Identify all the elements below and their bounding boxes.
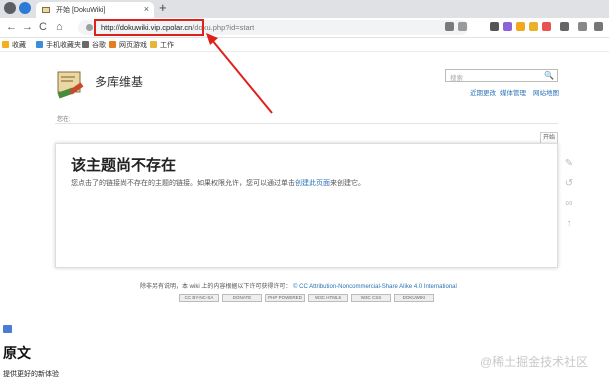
bookmark-label: 谷歌 (92, 42, 106, 49)
message-text: 来创建它。 (330, 180, 365, 187)
cc-icon: © (293, 284, 298, 290)
translate-icon[interactable] (445, 22, 454, 31)
bookmark-item[interactable]: 网页游戏 (109, 40, 147, 50)
back-to-top-icon[interactable]: ↑ (563, 218, 575, 230)
search-input[interactable]: 搜索 🔍 (445, 69, 558, 82)
bookmark-label: 手机收藏夹 (46, 42, 81, 49)
globe-icon (82, 41, 89, 48)
site-title[interactable]: 多库维基 (95, 73, 143, 90)
badge-html5[interactable]: W3C HTML5 (308, 294, 348, 302)
bookmark-item[interactable]: 手机收藏夹 (36, 40, 81, 50)
cut-icon[interactable] (490, 22, 499, 31)
new-tab-button[interactable]: + (159, 1, 167, 15)
folder-icon (150, 41, 157, 48)
page-tab[interactable]: 开始 (540, 132, 558, 143)
reload-button[interactable]: C (39, 21, 47, 34)
extension-orange-icon[interactable] (529, 22, 538, 31)
sitemap-link[interactable]: 网站地图 (533, 87, 559, 97)
tab-title: 开始 [DokuWiki] (56, 7, 106, 14)
site-info-icon[interactable] (86, 24, 93, 31)
badge-dokuwiki[interactable]: DOKUWIKI (394, 294, 434, 302)
reader-icon[interactable] (458, 22, 467, 31)
forward-button[interactable]: → (22, 21, 33, 34)
message-text: 您点击了的链接尚不存在的主题的链接。如果权限允许，您可以通过单击 (71, 180, 295, 187)
download-icon[interactable] (560, 22, 569, 31)
create-page-link[interactable]: 创建此页面 (295, 180, 330, 187)
page-heading: 该主题尚不存在 (71, 157, 177, 174)
dokuwiki-logo[interactable] (55, 68, 87, 100)
recent-changes-link[interactable]: 近期更改 (470, 87, 496, 97)
game-icon (109, 41, 116, 48)
active-tab[interactable]: 开始 [DokuWiki] × (36, 2, 154, 18)
tab-strip: 开始 [DokuWiki] × + (0, 0, 609, 18)
page-message: 您点击了的链接尚不存在的主题的链接。如果权限允许，您可以通过单击创建此页面来创建… (71, 178, 365, 188)
bookmark-label: 网页游戏 (119, 42, 147, 49)
browser-sidebar-icon[interactable] (19, 2, 31, 14)
bookmark-label: 收藏 (12, 42, 26, 49)
search-placeholder: 搜索 (450, 75, 463, 82)
breadcrumb: 您在: (57, 117, 71, 123)
revisions-icon[interactable]: ↺ (563, 178, 575, 190)
edit-icon[interactable]: ✎ (563, 158, 575, 170)
badge-cc[interactable]: CC BY-NC-SA (179, 294, 219, 302)
badge-css[interactable]: W3C CSS (351, 294, 391, 302)
back-button[interactable]: ← (6, 21, 17, 34)
star-icon (2, 41, 9, 48)
badge-php[interactable]: PHP POWERED (265, 294, 305, 302)
dokuwiki-favicon-icon (42, 7, 50, 13)
bookmark-item[interactable]: 谷歌 (82, 40, 106, 50)
menu-icon[interactable] (594, 22, 603, 31)
media-manager-link[interactable]: 媒体管理 (500, 87, 526, 97)
tab-close-icon[interactable]: × (144, 4, 149, 14)
phone-icon (36, 41, 43, 48)
document-icon (3, 325, 12, 333)
history-icon[interactable] (578, 22, 587, 31)
bookmark-item[interactable]: 收藏 (2, 40, 26, 50)
page-content: 该主题尚不存在 您点击了的链接尚不存在的主题的链接。如果权限允许，您可以通过单击… (55, 143, 558, 268)
url-highlight-box (94, 19, 204, 36)
browser-menu-icon[interactable] (4, 2, 16, 14)
badge-donate[interactable]: DONATE (222, 294, 262, 302)
license-link[interactable]: CC Attribution-Noncommercial-Share Alike… (299, 284, 457, 290)
license-notice: 除非另有说明，本 wiki 上的内容根据以下许可获得许可： © CC Attri… (140, 281, 457, 290)
extension-red-icon[interactable] (542, 22, 551, 31)
extension-purple-icon[interactable] (503, 22, 512, 31)
bookmark-label: 工作 (160, 42, 174, 49)
search-icon[interactable]: 🔍 (544, 71, 554, 80)
bookmark-item[interactable]: 工作 (150, 40, 174, 50)
home-button[interactable]: ⌂ (56, 21, 63, 34)
license-text: 除非另有说明，本 wiki 上的内容根据以下许可获得许可： (140, 284, 292, 290)
watermark: @稀土掘金技术社区 (480, 355, 589, 369)
bookmarks-bar: 收藏 手机收藏夹 谷歌 网页游戏 工作 (0, 38, 609, 52)
article-heading: 原文 (3, 345, 31, 361)
address-toolbar: ← → C ⌂ http://dokuwiki.vip.cpolar.cn/do… (0, 18, 609, 38)
divider (55, 123, 558, 124)
extension-yellow-icon[interactable] (516, 22, 525, 31)
backlinks-icon[interactable]: ∞ (563, 198, 575, 210)
article-text: 提供更好的新体验 (3, 371, 59, 378)
